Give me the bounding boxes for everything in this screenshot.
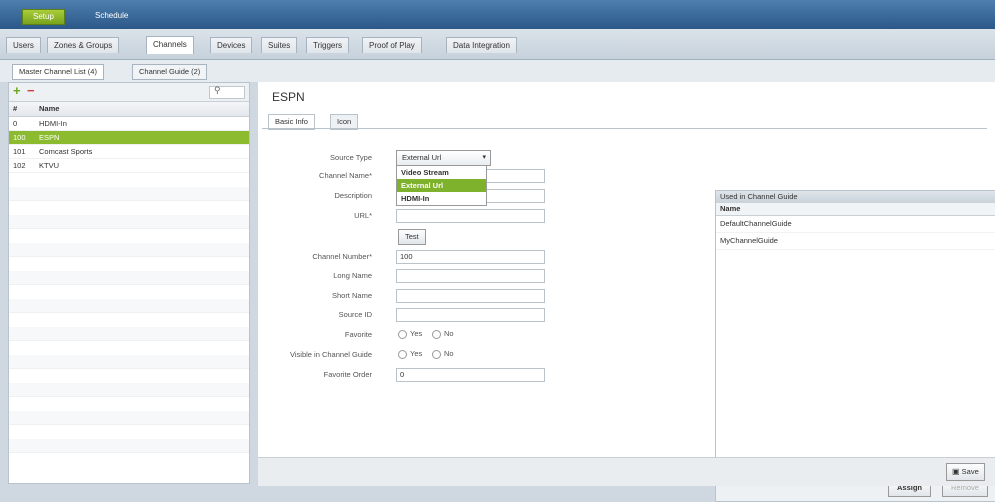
channel-number: 0	[13, 119, 18, 128]
channel-name: KTVU	[39, 161, 60, 170]
basic-info-form: Source Type Channel Name* Description UR…	[262, 128, 995, 502]
favorite-label: Favorite	[344, 330, 372, 339]
channel-number-label: Channel Number*	[312, 252, 372, 261]
source-type-value: External Url	[402, 153, 442, 162]
long-name-label: Long Name	[333, 271, 372, 280]
schedule-tab[interactable]: Schedule	[85, 9, 138, 23]
long-name-field[interactable]	[396, 269, 545, 283]
tab-proof-of-play[interactable]: Proof of Play	[362, 37, 422, 53]
table-row[interactable]: 102 KTVU	[9, 159, 249, 173]
sub-tab-row: Master Channel List (4) Channel Guide (2…	[0, 60, 995, 82]
tab-data-integration[interactable]: Data Integration	[446, 37, 517, 53]
save-button[interactable]: ▣ Save	[946, 463, 985, 481]
short-name-label: Short Name	[331, 291, 372, 300]
option-external-url[interactable]: External Url	[397, 179, 486, 192]
remove-icon[interactable]: −	[27, 84, 35, 98]
url-label: URL*	[354, 211, 372, 220]
option-video-stream[interactable]: Video Stream	[397, 166, 486, 179]
empty-row	[9, 215, 249, 229]
option-hdmi-in[interactable]: HDMI-In	[397, 192, 486, 205]
channel-name: HDMI-In	[39, 119, 67, 128]
description-label: Description	[334, 191, 372, 200]
table-row[interactable]: 100 ESPN	[9, 131, 249, 145]
channel-name: Comcast Sports	[39, 147, 93, 156]
favorite-yes-radio[interactable]: Yes	[398, 329, 422, 339]
empty-row	[9, 327, 249, 341]
search-icon: ⚲	[214, 85, 221, 95]
source-type-label: Source Type	[330, 153, 372, 162]
radio-dot	[398, 349, 407, 359]
visible-in-guide-label: Visible in Channel Guide	[290, 350, 372, 359]
test-button[interactable]: Test	[398, 229, 426, 245]
setup-tab[interactable]: Setup	[22, 9, 65, 25]
used-in-guide-header[interactable]: Name	[716, 203, 995, 216]
short-name-field[interactable]	[396, 289, 545, 303]
favorite-order-field[interactable]: 0	[396, 368, 545, 382]
empty-row	[9, 383, 249, 397]
tab-channels[interactable]: Channels	[146, 36, 194, 54]
radio-dot	[432, 329, 441, 339]
channel-name-label: Channel Name*	[319, 171, 372, 180]
column-number[interactable]: #	[13, 104, 17, 113]
empty-row	[9, 243, 249, 257]
source-type-select[interactable]: External Url ▾	[396, 150, 491, 166]
channel-number: 101	[13, 147, 26, 156]
empty-row	[9, 411, 249, 425]
table-row[interactable]: 0 HDMI-In	[9, 117, 249, 131]
source-id-label: Source ID	[338, 310, 372, 319]
visible-no-radio[interactable]: No	[432, 349, 454, 359]
main-tab-row: Users Zones & Groups Channels Devices Su…	[0, 29, 995, 60]
top-navigation-bar: Setup Schedule	[0, 0, 995, 29]
channel-name: ESPN	[39, 133, 60, 142]
channel-list-toolbar: + − ⚲	[9, 83, 249, 102]
tab-devices[interactable]: Devices	[210, 37, 253, 53]
list-item[interactable]: DefaultChannelGuide	[716, 216, 995, 233]
channel-list-panel: + − ⚲ # Name 0 HDMI-In 100 ESPN 101 Comc…	[8, 82, 250, 484]
source-type-options: Video Stream External Url HDMI-In	[396, 165, 487, 206]
empty-row	[9, 271, 249, 285]
radio-dot	[398, 329, 407, 339]
tab-zones-groups[interactable]: Zones & Groups	[47, 37, 120, 53]
channel-number: 100	[13, 133, 26, 142]
save-label: Save	[961, 467, 979, 476]
tab-users[interactable]: Users	[6, 37, 41, 53]
favorite-order-label: Favorite Order	[323, 370, 372, 379]
list-item[interactable]: MyChannelGuide	[716, 233, 995, 250]
favorite-no-radio[interactable]: No	[432, 329, 454, 339]
source-id-field[interactable]	[396, 308, 545, 322]
channel-number-field[interactable]: 100	[396, 250, 545, 264]
tab-suites[interactable]: Suites	[261, 37, 298, 53]
empty-row	[9, 355, 249, 369]
empty-row	[9, 299, 249, 313]
empty-row	[9, 439, 249, 453]
tab-master-channel-list[interactable]: Master Channel List (4)	[12, 64, 104, 80]
channel-detail-panel: ESPN Basic Info Icon Source Type Channel…	[258, 82, 995, 502]
radio-dot	[432, 349, 441, 359]
empty-row	[9, 187, 249, 201]
visible-yes-radio[interactable]: Yes	[398, 349, 422, 359]
page-title: ESPN	[272, 90, 305, 104]
add-icon[interactable]: +	[13, 84, 21, 98]
url-field[interactable]	[396, 209, 545, 223]
save-icon: ▣	[952, 467, 960, 476]
channel-list-header: # Name	[9, 102, 249, 117]
tab-triggers[interactable]: Triggers	[306, 37, 350, 53]
channel-number: 102	[13, 161, 26, 170]
chevron-down-icon: ▾	[482, 154, 486, 161]
used-in-channel-guide-panel: Used in Channel Guide Name DefaultChanne…	[715, 190, 995, 502]
table-row[interactable]: 101 Comcast Sports	[9, 145, 249, 159]
tab-channel-guide[interactable]: Channel Guide (2)	[132, 64, 208, 80]
used-in-guide-title: Used in Channel Guide	[716, 191, 995, 203]
column-name[interactable]: Name	[39, 104, 59, 113]
detail-footer: ▣ Save	[258, 457, 995, 486]
